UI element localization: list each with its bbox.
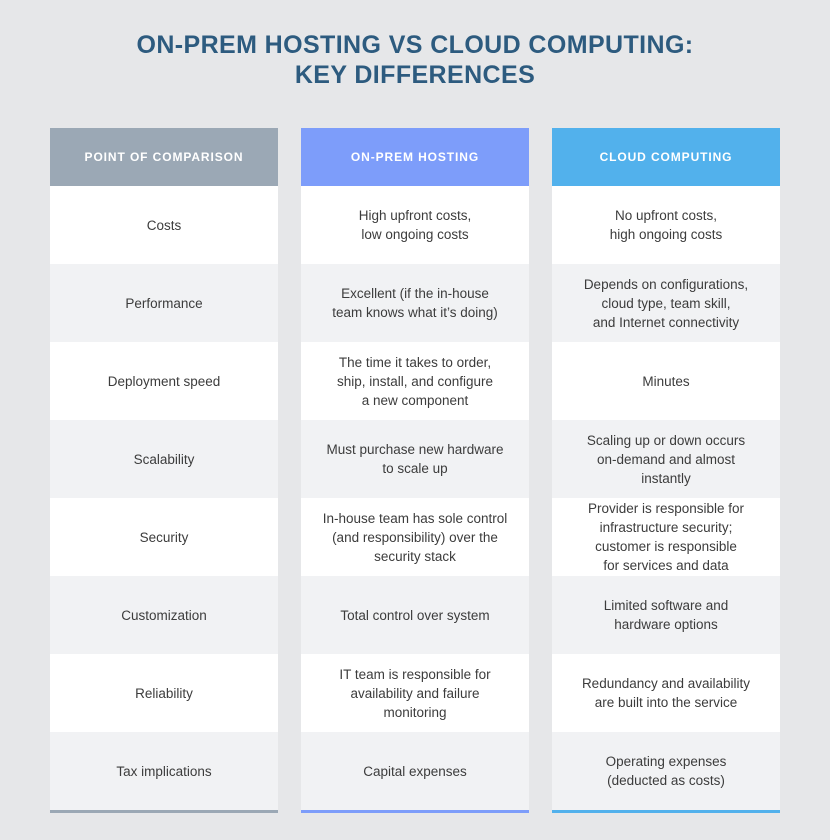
- column-accent-bar-cloud-computing: [552, 810, 780, 813]
- column-accent-bar-on-prem-hosting: [301, 810, 529, 813]
- table-cell-onprem-3: Must purchase new hardware to scale up: [301, 420, 529, 498]
- table-cell-point-1: Performance: [50, 264, 278, 342]
- table-column-cloud-computing: Cloud Computing No upfront costs, high on…: [552, 128, 780, 813]
- table-cell-onprem-7: Capital expenses: [301, 732, 529, 810]
- table-column-on-prem-hosting: On-Prem Hosting High upfront costs, low o…: [301, 128, 529, 813]
- table-cell-cloud-5: Limited software and hardware options: [552, 576, 780, 654]
- table-cell-cloud-3: Scaling up or down occurs on-demand and a…: [552, 420, 780, 498]
- table-cell-point-0: Costs: [50, 186, 278, 264]
- column-header-on-prem-hosting: On-Prem Hosting: [301, 128, 529, 186]
- table-cell-onprem-0: High upfront costs, low ongoing costs: [301, 186, 529, 264]
- page-title-line-1: On-Prem Hosting vs Cloud Computing:: [136, 31, 694, 59]
- table-cell-point-7: Tax implications: [50, 732, 278, 810]
- table-cell-onprem-1: Excellent (if the in-house team knows wha…: [301, 264, 529, 342]
- table-column-point-of-comparison: Point of Comparison Costs Performance De…: [50, 128, 278, 813]
- column-accent-bar-point-of-comparison: [50, 810, 278, 813]
- table-cell-onprem-5: Total control over system: [301, 576, 529, 654]
- table-cell-point-4: Security: [50, 498, 278, 576]
- table-cell-cloud-7: Operating expenses (deducted as costs): [552, 732, 780, 810]
- table-cell-cloud-1: Depends on configurations, cloud type, te…: [552, 264, 780, 342]
- table-cell-cloud-4: Provider is responsible for infrastructur…: [552, 498, 780, 576]
- table-cell-onprem-6: IT team is responsible for availability a…: [301, 654, 529, 732]
- column-header-point-of-comparison: Point of Comparison: [50, 128, 278, 186]
- table-cell-cloud-6: Redundancy and availability are built int…: [552, 654, 780, 732]
- table-cell-point-3: Scalability: [50, 420, 278, 498]
- table-cell-onprem-2: The time it takes to order, ship, install…: [301, 342, 529, 420]
- table-cell-point-2: Deployment speed: [50, 342, 278, 420]
- comparison-infographic: On-Prem Hosting vs Cloud Computing: Key …: [0, 0, 830, 840]
- table-cell-cloud-0: No upfront costs, high ongoing costs: [552, 186, 780, 264]
- table-cell-point-5: Customization: [50, 576, 278, 654]
- comparison-table: Point of Comparison Costs Performance De…: [50, 128, 780, 813]
- column-header-cloud-computing: Cloud Computing: [552, 128, 780, 186]
- table-cell-cloud-2: Minutes: [552, 342, 780, 420]
- table-cell-point-6: Reliability: [50, 654, 278, 732]
- table-cell-onprem-4: In-house team has sole control (and respo…: [301, 498, 529, 576]
- page-title-line-2: Key Differences: [294, 61, 536, 89]
- page-title: On-Prem Hosting vs Cloud Computing: Key …: [50, 30, 780, 90]
